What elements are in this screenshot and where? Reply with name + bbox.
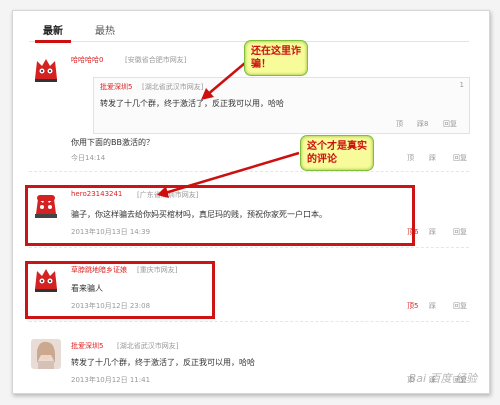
arrow-head-icon (157, 186, 169, 198)
callout-scam: 还在这里诈 骗！ (244, 40, 308, 76)
arrow-line (164, 151, 300, 195)
arrow-line (206, 62, 246, 96)
callout-real-comment: 这个才是真实 的评论 (300, 135, 374, 171)
watermark: Bai 百度 经验 (408, 372, 477, 385)
comment-panel: 最新 最热 哈哈哈哈0 [安徽省合肥市网友] 批爱深圳5 [湖北省武汉市网友] … (12, 10, 490, 394)
callout-scam-line1: 还在这里诈 骗！ (251, 46, 301, 70)
callout-real-line: 这个才是真实 的评论 (307, 141, 367, 165)
